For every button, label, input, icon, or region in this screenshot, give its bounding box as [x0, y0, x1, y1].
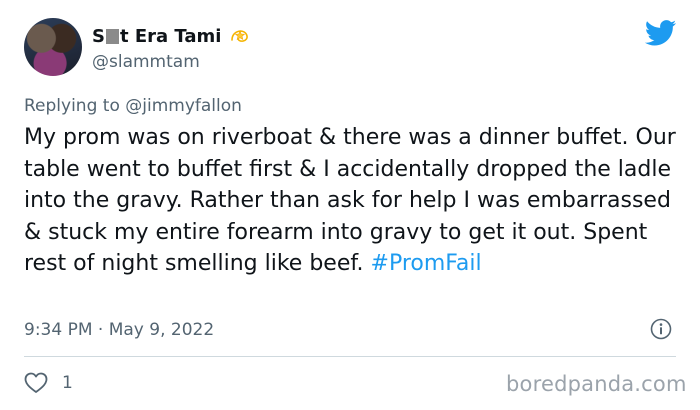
author-display-name[interactable]: St Era Tami: [92, 26, 221, 47]
twitter-bird-icon[interactable]: [645, 20, 677, 46]
tweet-timestamp[interactable]: 9:34 PM · May 9, 2022: [24, 320, 214, 340]
like-count: 1: [62, 373, 73, 393]
info-icon[interactable]: [650, 318, 672, 340]
author-name-row[interactable]: St Era Tami: [92, 24, 251, 48]
avatar[interactable]: [24, 18, 82, 76]
divider: [24, 356, 676, 357]
author-handle[interactable]: @slammtam: [92, 52, 200, 72]
heart-icon[interactable]: [24, 372, 48, 394]
watermark: boredpanda.com: [506, 372, 687, 396]
tweet-text: My prom was on riverboat & there was a d…: [24, 125, 676, 276]
like-button[interactable]: 1: [24, 372, 73, 394]
replying-to: Replying to @jimmyfallon: [24, 96, 242, 116]
hashtag-link[interactable]: #PromFail: [371, 251, 482, 276]
censor-block: [105, 28, 119, 44]
reply-mention-link[interactable]: @jimmyfallon: [125, 96, 242, 116]
dizzy-star-icon: [231, 30, 249, 42]
